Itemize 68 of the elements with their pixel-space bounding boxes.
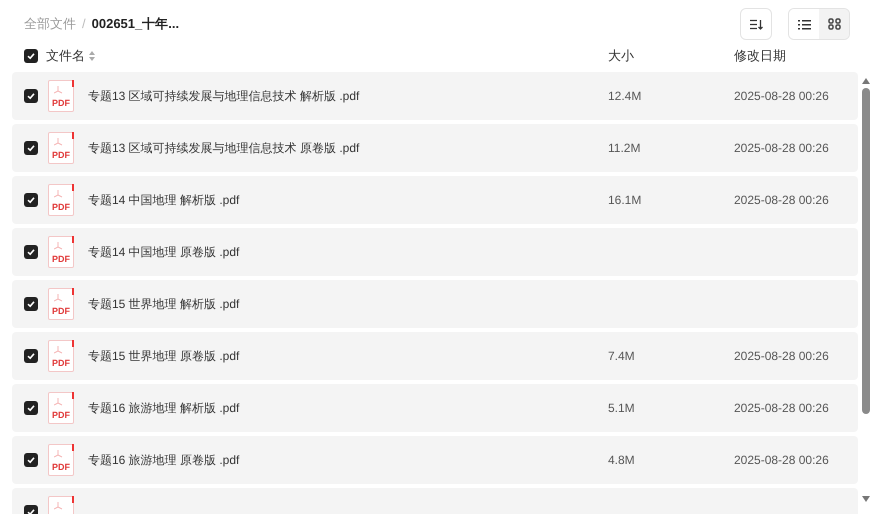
- pdf-file-icon: PDF: [48, 132, 74, 164]
- pdf-file-icon: PDF: [48, 392, 74, 424]
- sort-icon: [750, 18, 762, 30]
- pdf-file-icon: PDF: [48, 288, 74, 320]
- scroll-up-icon[interactable]: [862, 78, 870, 84]
- file-size: 12.4M: [608, 89, 642, 103]
- breadcrumb-current[interactable]: 002651_十年...: [92, 14, 180, 34]
- file-name: 专题13 区域可持续发展与地理信息技术 原卷版 .pdf: [88, 140, 360, 157]
- file-name: 专题16 旅游地理 解析版 .pdf: [88, 400, 240, 417]
- file-row[interactable]: PDF 专题14 中国地理 原卷版 .pdf: [12, 228, 858, 276]
- checkmark-icon: [27, 300, 35, 308]
- sort-arrows-icon: [89, 51, 95, 61]
- checkmark-icon: [27, 144, 35, 152]
- file-size: 11.2M: [608, 141, 640, 155]
- file-row[interactable]: PDF 专题16 旅游地理 原卷版 .pdf 4.8M 2025-08-28 00:26: [12, 436, 858, 484]
- file-row[interactable]: PDF 专题16 旅游地理 解析版 .pdf 5.1M 2025-08-28 00:26: [12, 384, 858, 432]
- checkmark-icon: [27, 508, 35, 514]
- checkmark-icon: [27, 92, 35, 100]
- checkbox[interactable]: [24, 401, 38, 415]
- checkbox[interactable]: [24, 89, 38, 103]
- view-toggle-option[interactable]: [789, 9, 819, 39]
- file-name: 专题15 世界地理 原卷版 .pdf: [88, 348, 240, 365]
- checkbox[interactable]: [24, 245, 38, 259]
- file-row[interactable]: PDF 专题13 区域可持续发展与地理信息技术 解析版 .pdf 12.4M 2025-08-28 00:26: [12, 72, 858, 120]
- file-row[interactable]: PDF 专题15 世界地理 原卷版 .pdf 7.4M 2025-08-28 00:26: [12, 332, 858, 380]
- modified-date: 2025-08-28 00:26: [734, 401, 829, 415]
- pdf-file-icon: PDF: [48, 340, 74, 372]
- column-header[interactable]: 大小: [608, 46, 734, 66]
- file-name: 专题15 世界地理 解析版 .pdf: [88, 296, 240, 313]
- pdf-file-icon: PDF: [48, 444, 74, 476]
- file-row[interactable]: PDF 专题13 区域可持续发展与地理信息技术 原卷版 .pdf 11.2M 2025-08-28 00:26: [12, 124, 858, 172]
- file-row[interactable]: PDF 专题15 世界地理 解析版 .pdf: [12, 280, 858, 328]
- pdf-file-icon: PDF: [48, 236, 74, 268]
- sort-button[interactable]: [740, 8, 772, 40]
- modified-date: 2025-08-28 00:26: [734, 453, 829, 467]
- file-size: 7.4M: [608, 349, 635, 363]
- checkbox[interactable]: [24, 297, 38, 311]
- checkbox[interactable]: [24, 349, 38, 363]
- checkmark-icon: [27, 404, 35, 412]
- file-name: 专题14 中国地理 解析版 .pdf: [88, 192, 240, 209]
- grid-view-icon: [828, 18, 840, 30]
- modified-date: 2025-08-28 00:26: [734, 193, 829, 207]
- checkmark-icon: [27, 52, 35, 60]
- pdf-file-icon: PDF: [48, 184, 74, 216]
- list-view-icon: [798, 18, 810, 30]
- checkmark-icon: [27, 248, 35, 256]
- checkmark-icon: [27, 196, 35, 204]
- modified-date: 2025-08-28 00:26: [734, 141, 829, 155]
- file-name: 专题16 旅游地理 原卷版 .pdf: [88, 452, 240, 469]
- file-size: 5.1M: [608, 401, 635, 415]
- modified-date: 2025-08-28 00:26: [734, 89, 829, 103]
- modified-date: 2025-08-28 00:26: [734, 349, 829, 363]
- checkmark-icon: [27, 352, 35, 360]
- checkbox[interactable]: [24, 193, 38, 207]
- checkmark-icon: [27, 456, 35, 464]
- file-name: 专题13 区域可持续发展与地理信息技术 解析版 .pdf: [88, 88, 360, 105]
- scroll-down-icon[interactable]: [862, 496, 870, 502]
- file-row[interactable]: PDF 专题14 中国地理 解析版 .pdf 16.1M 2025-08-28 00:26: [12, 176, 858, 224]
- column-header[interactable]: 文件名: [46, 46, 85, 66]
- checkbox[interactable]: [24, 141, 38, 155]
- checkbox[interactable]: [24, 49, 38, 63]
- file-size: 16.1M: [608, 193, 642, 207]
- checkbox[interactable]: [24, 453, 38, 467]
- pdf-file-icon: PDF: [48, 80, 74, 112]
- file-size: 4.8M: [608, 453, 635, 467]
- file-name: 专题14 中国地理 原卷版 .pdf: [88, 244, 240, 261]
- column-header[interactable]: 修改日期: [734, 46, 874, 66]
- breadcrumb-separator: /: [82, 15, 86, 34]
